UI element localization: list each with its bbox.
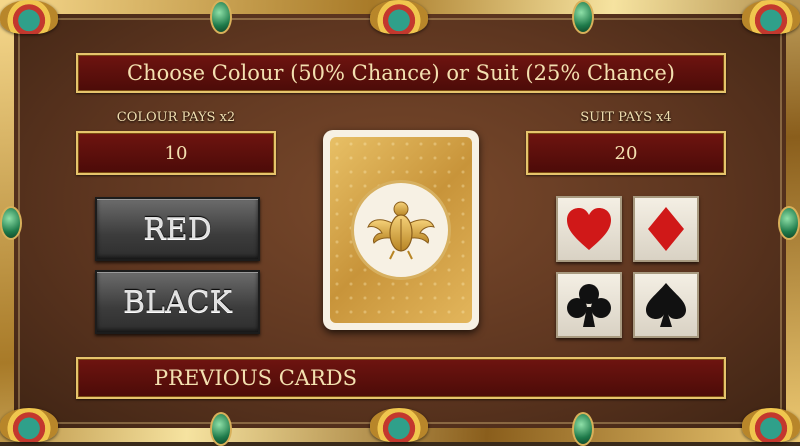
- gem-icon: [778, 206, 800, 240]
- gem-icon: [210, 0, 232, 34]
- bottom-ornament-icon: [370, 408, 428, 442]
- gem-icon: [0, 206, 22, 240]
- colour-pays-value: 10: [76, 131, 276, 175]
- page-title: Choose Colour (50% Chance) or Suit (25% …: [76, 53, 726, 93]
- corner-ornament-icon: [742, 408, 800, 442]
- mystery-card: [323, 130, 479, 330]
- spade-suit-button[interactable]: [633, 272, 699, 338]
- scarab-icon: [367, 201, 435, 260]
- previous-cards-bar: PREVIOUS CARDS: [76, 357, 726, 399]
- black-button[interactable]: BLACK: [95, 270, 260, 334]
- red-button[interactable]: RED: [95, 197, 260, 261]
- top-ornament-icon: [370, 0, 428, 34]
- corner-ornament-icon: [0, 408, 58, 442]
- suit-pays-value: 20: [526, 131, 726, 175]
- gem-icon: [572, 0, 594, 34]
- spade-icon: [646, 283, 686, 327]
- diamond-suit-button[interactable]: [633, 196, 699, 262]
- card-emblem: [351, 180, 451, 280]
- previous-cards-label: PREVIOUS CARDS: [154, 366, 357, 390]
- heart-suit-button[interactable]: [556, 196, 622, 262]
- card-back: [330, 137, 472, 323]
- heart-icon: [567, 208, 611, 250]
- gem-icon: [210, 412, 232, 446]
- gem-icon: [572, 412, 594, 446]
- suit-pays-label: SUIT PAYS x4: [580, 110, 672, 125]
- diamond-icon: [648, 207, 684, 251]
- club-icon: [567, 284, 611, 327]
- colour-pays-label: COLOUR PAYS x2: [116, 110, 236, 125]
- corner-ornament-icon: [742, 0, 800, 34]
- corner-ornament-icon: [0, 0, 58, 34]
- club-suit-button[interactable]: [556, 272, 622, 338]
